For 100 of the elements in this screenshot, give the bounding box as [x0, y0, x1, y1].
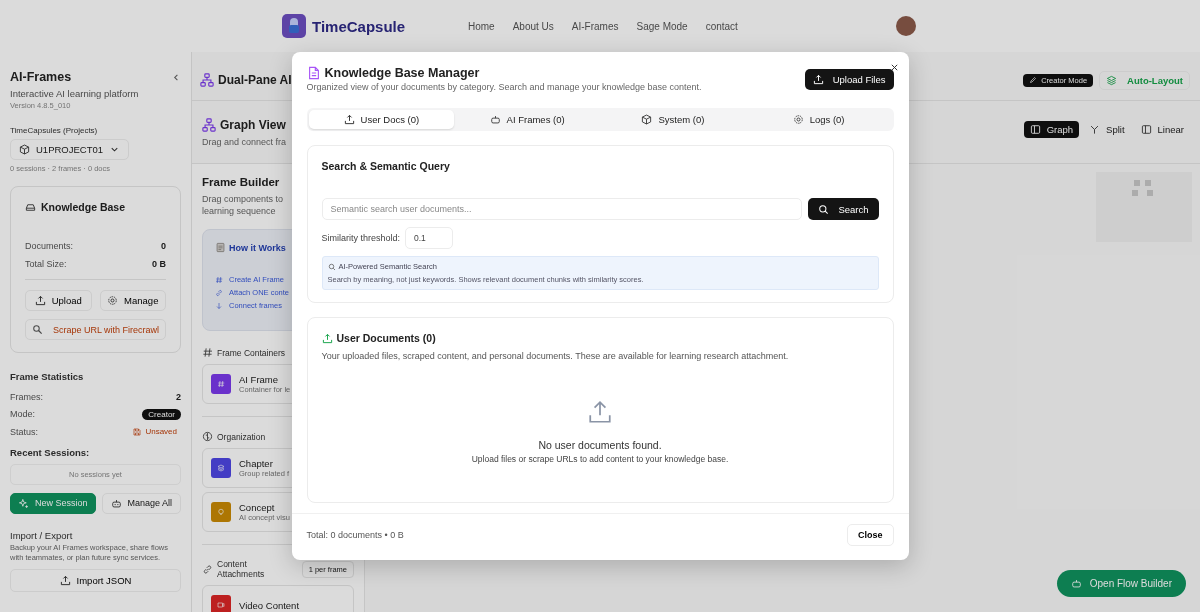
total-summary: Total: 0 documents • 0 B — [306, 530, 404, 540]
view-mode-tab[interactable]: Graph — [1023, 120, 1080, 138]
panel-icon — [1140, 123, 1152, 135]
drive-icon — [25, 201, 36, 213]
upload-button[interactable]: Upload — [25, 290, 92, 311]
search-field[interactable]: Semantic search user documents... — [321, 198, 803, 220]
sparkle-icon — [18, 497, 29, 509]
stat-label: Frames: — [10, 391, 43, 402]
view-title: Graph View — [220, 117, 286, 132]
component-name: AI Frame — [239, 374, 280, 385]
search-icon — [818, 203, 830, 215]
upload-icon — [59, 574, 71, 586]
card-title: User Documents (0) — [336, 332, 436, 344]
category-tab[interactable]: Logs (0) — [745, 110, 892, 129]
hash-icon — [202, 347, 213, 358]
settings-icon — [107, 295, 119, 306]
group-title: Frame Containers — [217, 347, 286, 358]
panel-title: Frame Builder — [202, 176, 281, 188]
nav-link[interactable]: AI-Frames — [571, 20, 619, 32]
sidebar-title: AI-Frames — [10, 70, 72, 84]
component-icon — [211, 502, 231, 522]
link-icon — [215, 288, 223, 297]
component-card[interactable]: Video Content — [202, 585, 354, 612]
clipboard-icon — [215, 242, 226, 253]
stat-label: Mode: — [10, 409, 35, 420]
stat-label: Status: — [10, 426, 38, 437]
category-tab[interactable]: System (0) — [600, 110, 746, 129]
import-json-button[interactable]: Import JSON — [10, 568, 181, 592]
upload-icon — [343, 114, 355, 125]
empty-state-text: Upload files or scrape URLs to add content to your knowledge base. — [471, 454, 729, 464]
stat-label: Total Size: — [25, 259, 67, 269]
component-icon — [211, 595, 231, 612]
robot-icon — [1070, 578, 1082, 589]
upload-icon — [34, 295, 46, 306]
panel-subtitle: Drag components to learning sequence — [202, 193, 284, 217]
hash-icon — [215, 275, 223, 284]
settings-icon — [792, 114, 804, 125]
upload-files-button[interactable]: Upload Files — [804, 69, 894, 90]
threshold-label: Similarity threshold: — [321, 233, 401, 243]
manage-all-button[interactable]: Manage All — [101, 492, 181, 514]
logo-icon[interactable] — [282, 14, 306, 38]
mode-badge: Creator — [142, 408, 181, 420]
component-name: Concept — [239, 502, 276, 513]
network-icon — [200, 73, 214, 87]
nav-link[interactable]: Sage Mode — [636, 20, 688, 32]
close-icon[interactable] — [889, 63, 899, 72]
view-mode-tab[interactable]: Linear — [1134, 120, 1190, 138]
layers-icon — [1106, 74, 1118, 86]
upload-icon — [812, 74, 824, 85]
view-subtitle: Drag and connect fra — [202, 136, 287, 147]
collapse-icon[interactable] — [172, 72, 181, 82]
brand-name[interactable]: TimeCapsule — [312, 17, 406, 35]
new-session-button[interactable]: New Session — [10, 492, 96, 514]
robot-icon — [489, 114, 501, 125]
stat-label: Documents: — [25, 241, 74, 251]
robot-icon — [110, 497, 122, 509]
section-title: Recent Sessions: — [10, 446, 91, 458]
close-button[interactable]: Close — [847, 524, 894, 546]
project-dropdown[interactable]: U1PROJECT01 — [10, 139, 130, 160]
threshold-field[interactable]: 0.1 — [405, 227, 454, 249]
sidebar-subtitle: Interactive AI learning platform — [10, 88, 140, 99]
split-icon — [1089, 123, 1101, 135]
empty-state-title: No user documents found. — [538, 439, 662, 451]
upload-icon — [587, 399, 613, 425]
section-title: Frame Statistics — [10, 371, 85, 382]
nav-link[interactable]: About Us — [512, 20, 554, 32]
manage-button[interactable]: Manage — [99, 290, 166, 311]
component-icon — [211, 374, 231, 394]
component-name: Chapter — [239, 458, 274, 469]
nav-link[interactable]: contact — [705, 20, 738, 32]
stat-value: 0 B — [152, 259, 166, 269]
component-name: Video Content — [239, 599, 300, 611]
category-tab[interactable]: User Docs (0) — [308, 110, 455, 129]
open-flow-builder-button[interactable]: Open Flow Builder — [1056, 570, 1186, 597]
dialog-title: Knowledge Base Manager — [324, 66, 480, 80]
search-button[interactable]: Search — [808, 198, 879, 220]
workspace-title: Dual-Pane AI — [218, 73, 292, 87]
view-mode-tab[interactable]: Split — [1083, 120, 1131, 138]
save-icon — [133, 427, 142, 436]
search-icon — [31, 324, 43, 335]
component-icon — [211, 458, 231, 478]
network-icon — [202, 117, 216, 132]
upload-icon — [321, 332, 333, 344]
group-title: Content Attachments — [217, 559, 266, 579]
cube-icon — [19, 144, 30, 155]
stat-value: 2 — [176, 391, 181, 402]
user-avatar[interactable] — [896, 16, 916, 36]
search-icon — [327, 262, 336, 271]
category-tab[interactable]: AI Frames (0) — [454, 110, 600, 129]
status-value: Unsaved — [145, 427, 177, 437]
link-icon — [202, 563, 213, 575]
document-icon — [306, 66, 321, 80]
group-title: Organization — [217, 431, 266, 442]
card-title: How it Works — [229, 242, 286, 253]
section-title: Import / Export — [10, 529, 74, 541]
nav-link[interactable]: Home — [468, 20, 495, 32]
scrape-url-button[interactable]: Scrape URL with Firecrawl — [25, 319, 166, 340]
card-description: Your uploaded files, scraped content, and personal documents. These are available for learning research attachment. — [321, 351, 790, 361]
brain-icon — [202, 431, 213, 442]
arrow-down-icon — [215, 301, 223, 310]
